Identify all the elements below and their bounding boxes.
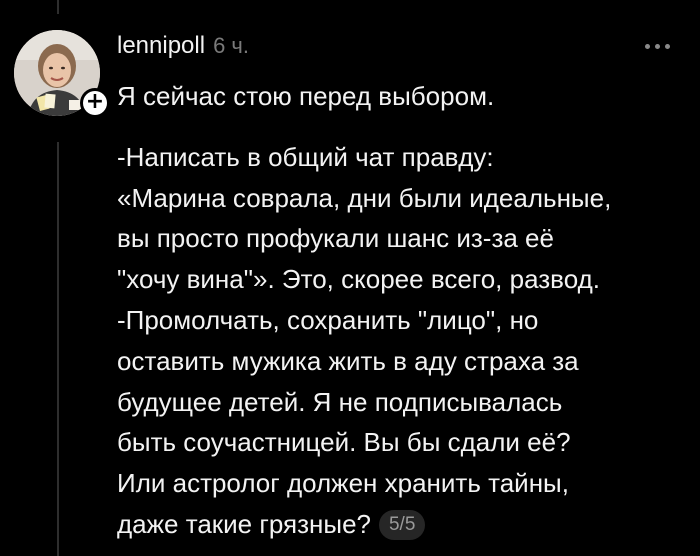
post-line: даже такие грязные?: [117, 508, 371, 539]
post-line-spacer: [117, 117, 687, 137]
more-horizontal-icon[interactable]: [645, 44, 670, 49]
post-line: оставить мужика жить в аду страха за: [117, 345, 579, 376]
post-line: «Марина соврала, дни были идеальные,: [117, 182, 612, 213]
post-header: lennipoll 6 ч.: [117, 32, 249, 60]
post-body: Я сейчас стою перед выбором. -Написать в…: [117, 76, 687, 545]
thread-line-top: [57, 0, 59, 14]
post-line: Я сейчас стою перед выбором.: [117, 81, 495, 111]
post-line: быть соучастницей. Вы бы сдали её?: [117, 427, 571, 458]
page-indicator: 5/5: [378, 509, 426, 540]
thread-line: [57, 142, 59, 556]
post-line-last: даже такие грязные? 5/5: [117, 504, 687, 545]
post-line: "хочу вина"». Это, скорее всего, развод.: [117, 264, 600, 295]
post-line: вы просто профукали шанс из-за её: [117, 223, 554, 254]
avatar-container[interactable]: +: [14, 30, 110, 118]
post-line: -Промолчать, сохранить "лицо", но: [117, 304, 539, 335]
post-line: будущее детей. Я не подписывалась: [117, 386, 563, 417]
username[interactable]: lennipoll: [117, 32, 205, 60]
follow-button[interactable]: +: [80, 88, 110, 118]
timestamp: 6 ч.: [213, 33, 249, 58]
post-line: Или астролог должен хранить тайны,: [117, 468, 569, 499]
plus-icon: +: [83, 91, 107, 115]
post-line: -Написать в общий чат правду:: [117, 141, 494, 172]
